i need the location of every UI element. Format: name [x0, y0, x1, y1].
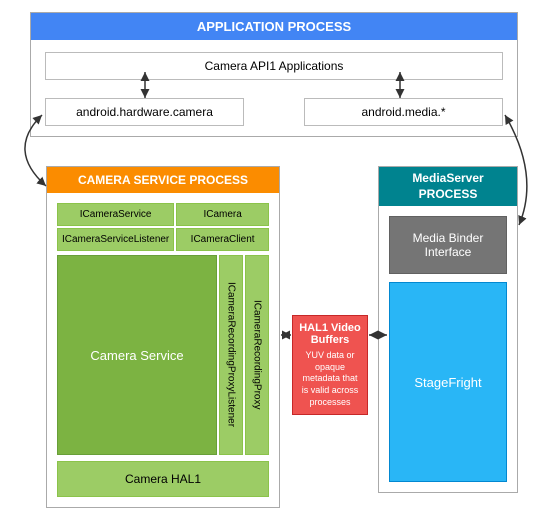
mediaserver-process-box: MediaServer PROCESS Media Binder Interfa…: [378, 166, 518, 493]
hal1-video-buffers-title: HAL1 Video Buffers: [299, 322, 361, 346]
camera-api1-applications-box: Camera API1 Applications: [45, 52, 503, 80]
stagefright-box: StageFright: [389, 282, 507, 482]
android-hardware-camera-box: android.hardware.camera: [45, 98, 244, 126]
camera-service-box: Camera Service: [57, 255, 217, 455]
icameraclient-box: ICameraClient: [176, 228, 269, 251]
icamera-box: ICamera: [176, 203, 269, 226]
application-process-row: android.hardware.camera android.media.*: [45, 98, 503, 126]
application-process-body: Camera API1 Applications android.hardwar…: [31, 40, 517, 136]
camera-hal1-box: Camera HAL1: [57, 461, 269, 497]
icameraservicelistener-box: ICameraServiceListener: [57, 228, 174, 251]
application-process-box: APPLICATION PROCESS Camera API1 Applicat…: [30, 12, 518, 137]
diagram-container: APPLICATION PROCESS Camera API1 Applicat…: [0, 0, 546, 504]
camera-service-process-body: ICameraService ICamera ICameraServiceLis…: [47, 193, 279, 507]
media-binder-interface-box: Media Binder Interface: [389, 216, 507, 274]
application-process-title: APPLICATION PROCESS: [31, 13, 517, 40]
camera-service-main-row: Camera Service ICameraRecordingProxyList…: [57, 255, 269, 455]
hal1-video-buffers-box: HAL1 Video Buffers YUV data or opaque me…: [292, 315, 368, 415]
icameraservice-box: ICameraService: [57, 203, 174, 226]
camera-service-process-title: CAMERA SERVICE PROCESS: [47, 167, 279, 193]
icamerarecordingproxylistener-box: ICameraRecordingProxyListener: [219, 255, 243, 455]
mediaserver-process-title: MediaServer PROCESS: [379, 167, 517, 206]
icamerarecordingproxy-box: ICameraRecordingProxy: [245, 255, 269, 455]
mediaserver-process-body: Media Binder Interface StageFright: [379, 206, 517, 492]
android-media-box: android.media.*: [304, 98, 503, 126]
camera-interface-grid: ICameraService ICamera ICameraServiceLis…: [57, 203, 269, 251]
hal1-video-buffers-desc: YUV data or opaque metadata that is vali…: [299, 350, 361, 408]
camera-service-process-box: CAMERA SERVICE PROCESS ICameraService IC…: [46, 166, 280, 508]
